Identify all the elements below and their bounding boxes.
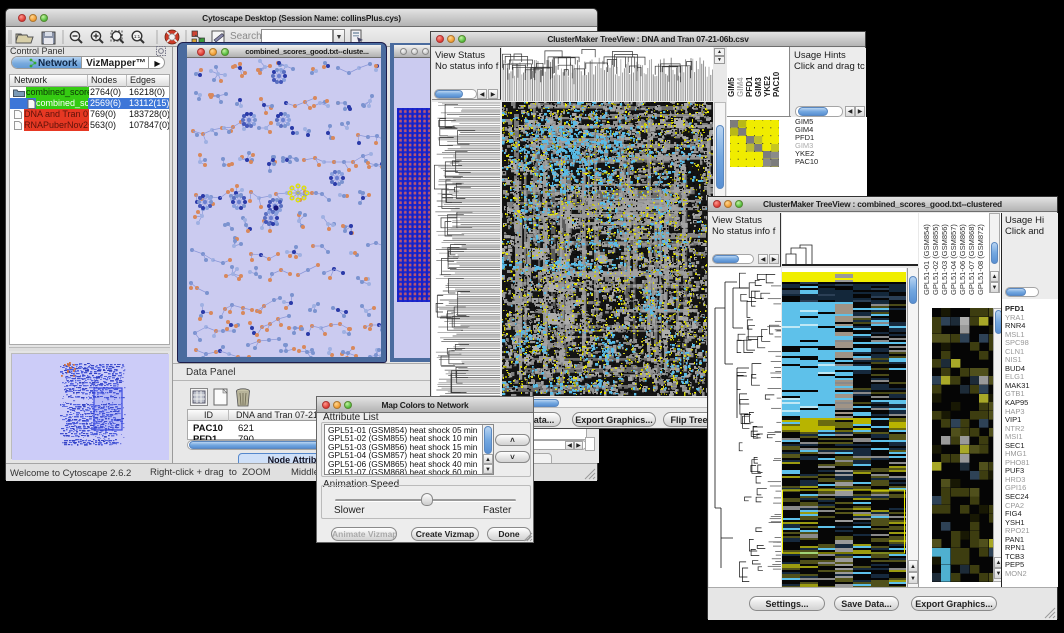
svg-text:GPL51-03 (GSM856): GPL51-03 (GSM856) (940, 224, 949, 295)
svg-text:PAC10: PAC10 (772, 71, 781, 97)
svg-text:1:1: 1:1 (134, 34, 141, 39)
svg-text:YKE2: YKE2 (763, 76, 772, 97)
svg-text:GPL51-02 (GSM855): GPL51-02 (GSM855) (931, 224, 940, 295)
svg-text:GPL51-04 (GSM857): GPL51-04 (GSM857) (949, 224, 958, 295)
svg-text:GIM4: GIM4 (736, 77, 745, 97)
svg-text:GIM5: GIM5 (727, 77, 736, 97)
svg-text:PFD1: PFD1 (745, 76, 754, 97)
svg-text:GPL51-06 (GSM865): GPL51-06 (GSM865) (958, 224, 967, 295)
svg-text:GIM3: GIM3 (754, 77, 763, 97)
svg-text:GPL51-01 (GSM854): GPL51-01 (GSM854) (922, 224, 931, 295)
svg-text:GPL51-07 (GSM868): GPL51-07 (GSM868) (967, 224, 976, 295)
svg-text:GPL51-08 (GSM872): GPL51-08 (GSM872) (976, 224, 985, 295)
